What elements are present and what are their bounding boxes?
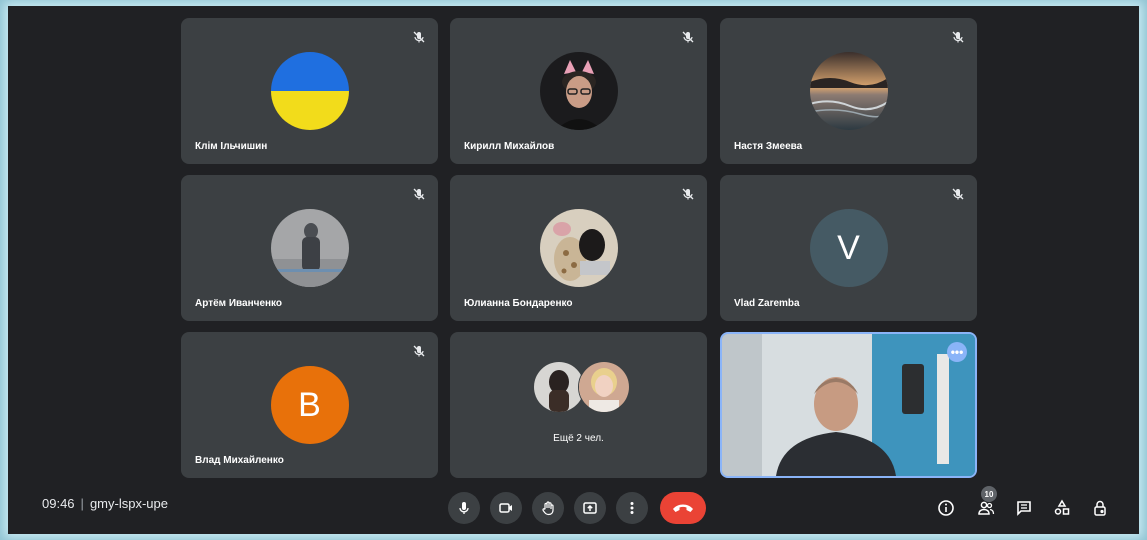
more-participants-label: Ещё 2 чел. (553, 433, 604, 444)
self-video-tile[interactable]: ••• (720, 332, 977, 478)
mic-off-icon (682, 31, 694, 43)
more-vert-icon (630, 502, 634, 514)
participant-tile[interactable]: V Vlad Zaremba (720, 175, 977, 321)
participant-name: Vlad Zaremba (734, 298, 800, 309)
chat-button[interactable] (1012, 496, 1036, 520)
meeting-separator: | (80, 496, 84, 511)
participant-name: Настя Змеева (734, 141, 803, 152)
letter-avatar: V (809, 209, 888, 287)
mic-off-icon (413, 31, 425, 43)
mic-off-icon (413, 345, 425, 357)
self-video-feed (722, 334, 975, 476)
participant-tile[interactable]: Артём Иванченко (181, 175, 438, 321)
participant-name: Кирилл Михайлов (464, 141, 555, 152)
photo-avatar (539, 52, 618, 130)
participant-tile[interactable]: Кирилл Михайлов (450, 18, 707, 164)
sunset-sea-avatar (809, 52, 888, 130)
more-options-button[interactable] (616, 492, 648, 524)
leave-call-button[interactable] (660, 492, 706, 524)
activities-button[interactable] (1050, 496, 1074, 520)
chat-icon (1017, 501, 1031, 516)
activities-shapes-icon (1054, 499, 1070, 515)
meeting-details-button[interactable] (934, 496, 958, 520)
mic-off-icon (682, 188, 694, 200)
ukraine-flag-avatar (270, 52, 349, 130)
camera-icon (499, 503, 512, 513)
participant-name: Артём Иванченко (195, 298, 283, 309)
camera-button[interactable] (490, 492, 522, 524)
participant-name: Влад Михайленко (195, 455, 284, 466)
meeting-code[interactable]: gmy-lspx-upe (90, 496, 168, 511)
participant-tile[interactable]: B Влад Михайленко (181, 332, 438, 478)
info-icon (938, 500, 954, 516)
lock-person-icon (1094, 500, 1106, 516)
meeting-time: 09:46 (42, 496, 75, 511)
host-controls-button[interactable] (1088, 496, 1112, 520)
letter-avatar: B (270, 366, 349, 444)
participant-tile[interactable]: Клім Ільчишин (181, 18, 438, 164)
mic-off-icon (413, 188, 425, 200)
microphone-icon (459, 502, 469, 514)
participant-name: Юлианна Бондаренко (464, 298, 573, 309)
more-options-icon[interactable]: ••• (947, 342, 967, 362)
participant-tile[interactable]: Настя Змеева (720, 18, 977, 164)
hang-up-icon (673, 504, 693, 512)
present-screen-icon (583, 502, 597, 514)
mic-off-icon (952, 31, 964, 43)
more-participants-tile[interactable]: Ещё 2 чел. (450, 332, 707, 478)
meeting-info: 09:46 | gmy-lspx-upe (42, 496, 168, 511)
participant-count-badge: 10 (981, 486, 997, 502)
raise-hand-icon (542, 501, 554, 516)
photo-avatar (578, 361, 630, 413)
bottom-toolbar: 09:46 | gmy-lspx-upe 10 (8, 482, 1139, 534)
photo-avatar (270, 209, 349, 287)
raise-hand-button[interactable] (532, 492, 564, 524)
mic-off-icon (952, 188, 964, 200)
microphone-button[interactable] (448, 492, 480, 524)
participants-button[interactable]: 10 (974, 486, 998, 520)
present-screen-button[interactable] (574, 492, 606, 524)
participant-name: Клім Ільчишин (195, 141, 268, 152)
meeting-window: Клім Ільчишин Кирилл Михайлов Настя Змее… (8, 6, 1139, 534)
participant-tile[interactable]: Юлианна Бондаренко (450, 175, 707, 321)
photo-avatar (539, 209, 618, 287)
